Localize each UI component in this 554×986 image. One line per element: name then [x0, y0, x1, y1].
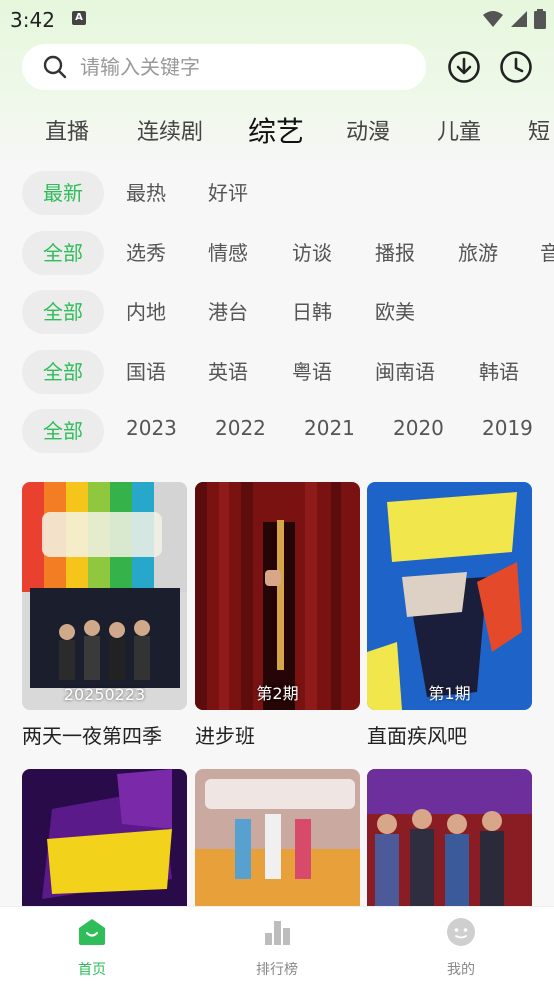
tab-anime[interactable]: 动漫 [346, 114, 390, 146]
filter-row-sort: 最新 最热 好评 [0, 171, 554, 217]
category-tabs: 直播 连续剧 综艺 动漫 儿童 短 [0, 110, 554, 154]
show-card[interactable]: 第1期 直面疾风吧 [367, 482, 532, 749]
show-title: 两天一夜第四季 [22, 724, 162, 748]
signal-icon [511, 11, 527, 27]
show-poster[interactable] [367, 769, 532, 909]
chip-region-mainland[interactable]: 内地 [126, 290, 166, 334]
history-clock-icon[interactable] [499, 50, 533, 84]
episode-badge: 第2期 [256, 684, 299, 703]
chip-type-talent[interactable]: 选秀 [126, 231, 166, 275]
search-icon [43, 55, 67, 79]
nav-home[interactable]: 首页 [32, 917, 152, 979]
tab-variety[interactable]: 综艺 [248, 110, 304, 150]
show-poster[interactable] [195, 769, 360, 909]
chip-year-2019[interactable]: 2019 [482, 409, 533, 450]
chip-type-talk[interactable]: 访谈 [292, 231, 332, 275]
chip-lang-korean[interactable]: 韩语 [479, 350, 519, 394]
search-input[interactable] [78, 54, 382, 80]
filter-row-type: 全部 选秀 情感 访谈 播报 旅游 音 [0, 231, 554, 277]
chip-type-news[interactable]: 播报 [375, 231, 415, 275]
chip-region-west[interactable]: 欧美 [375, 290, 415, 334]
show-poster: 第2期 [195, 482, 360, 710]
tab-short[interactable]: 短 [528, 114, 550, 146]
tab-series[interactable]: 连续剧 [137, 114, 203, 146]
wifi-icon [483, 11, 503, 27]
status-icons [482, 9, 546, 29]
poster-art [22, 482, 187, 710]
download-icon[interactable] [447, 50, 481, 84]
chip-lang-cantonese[interactable]: 粤语 [292, 350, 332, 394]
nav-home-label: 首页 [78, 962, 106, 978]
nav-profile[interactable]: 我的 [401, 917, 521, 979]
poster-art [195, 769, 360, 909]
show-title: 进步班 [195, 724, 255, 748]
chip-sort-rated[interactable]: 好评 [208, 171, 248, 215]
chip-lang-all[interactable]: 全部 [22, 350, 104, 394]
filter-row-language: 全部 国语 英语 粤语 闽南语 韩语 [0, 350, 554, 396]
tab-kids[interactable]: 儿童 [437, 114, 481, 146]
chip-year-2022[interactable]: 2022 [215, 409, 266, 450]
status-bar: 3:42 A [0, 0, 554, 38]
chip-region-all[interactable]: 全部 [22, 290, 104, 334]
bar-chart-icon [265, 921, 290, 945]
chip-sort-newest[interactable]: 最新 [22, 171, 104, 215]
poster-art [367, 482, 532, 710]
bottom-navigation: 首页 排行榜 我的 [0, 906, 554, 986]
chip-type-emotion[interactable]: 情感 [208, 231, 248, 275]
search-bar[interactable] [22, 44, 426, 90]
show-title: 直面疾风吧 [367, 724, 467, 748]
episode-badge: 20250223 [63, 685, 146, 704]
chip-lang-minnan[interactable]: 闽南语 [375, 350, 435, 394]
poster-art [367, 769, 532, 909]
chip-type-all[interactable]: 全部 [22, 231, 104, 275]
episode-badge: 第1期 [428, 684, 471, 703]
chip-region-jpkr[interactable]: 日韩 [292, 290, 332, 334]
chip-type-travel[interactable]: 旅游 [458, 231, 498, 275]
poster-art [195, 482, 360, 710]
show-poster: 第1期 [367, 482, 532, 710]
show-card[interactable]: 第2期 进步班 [195, 482, 360, 749]
battery-icon [534, 9, 546, 29]
chip-region-hktw[interactable]: 港台 [208, 290, 248, 334]
filter-row-year: 全部 2023 2022 2021 2020 2019 [0, 409, 554, 455]
chip-type-music[interactable]: 音 [540, 231, 554, 275]
poster-art [22, 769, 187, 909]
nav-ranking[interactable]: 排行榜 [217, 917, 337, 979]
show-card[interactable]: 20250223 两天一夜第四季 [22, 482, 187, 749]
home-icon [79, 919, 105, 945]
chip-year-2021[interactable]: 2021 [304, 409, 355, 450]
notification-a-icon: A [72, 11, 86, 25]
nav-profile-label: 我的 [447, 962, 475, 978]
chip-lang-mandarin[interactable]: 国语 [126, 350, 166, 394]
show-poster[interactable] [22, 769, 187, 909]
chip-lang-english[interactable]: 英语 [208, 350, 248, 394]
chip-year-2020[interactable]: 2020 [393, 409, 444, 450]
chip-sort-hot[interactable]: 最热 [126, 171, 166, 215]
tab-live[interactable]: 直播 [45, 114, 89, 146]
chip-year-all[interactable]: 全部 [22, 409, 104, 453]
filter-row-region: 全部 内地 港台 日韩 欧美 [0, 290, 554, 336]
status-time: 3:42 [10, 8, 55, 32]
face-icon [447, 918, 475, 946]
show-poster: 20250223 [22, 482, 187, 710]
chip-year-2023[interactable]: 2023 [126, 409, 177, 450]
nav-ranking-label: 排行榜 [256, 962, 298, 978]
